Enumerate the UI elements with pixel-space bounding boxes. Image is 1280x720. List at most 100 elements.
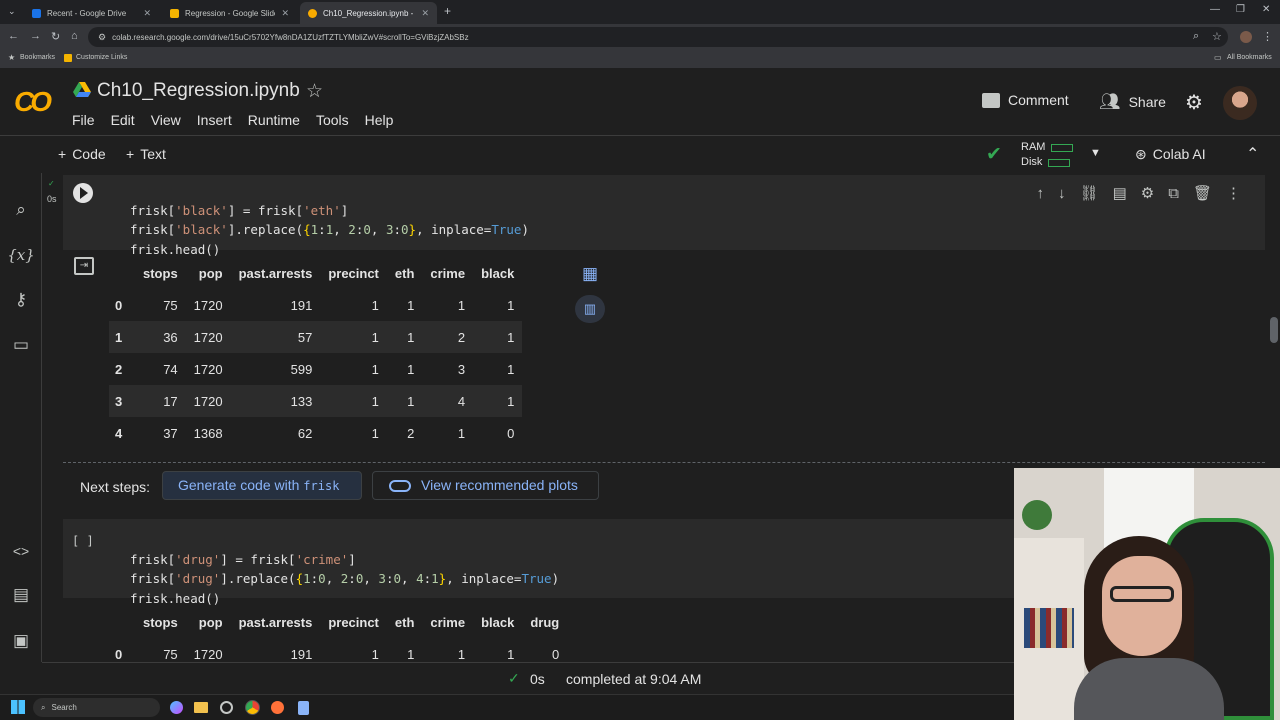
forward-icon[interactable]: → xyxy=(30,30,41,42)
menu-tools[interactable]: Tools xyxy=(316,112,355,128)
bookmarks-link[interactable]: Bookmarks xyxy=(20,54,55,61)
home-icon[interactable]: ⌂ xyxy=(71,30,78,42)
app-icon[interactable] xyxy=(220,701,233,714)
new-tab-icon[interactable]: + xyxy=(444,4,451,18)
tab-colab[interactable]: Ch10_Regression.ipynb - Colab ✕ xyxy=(300,2,437,24)
colab-logo[interactable]: CO xyxy=(14,86,52,118)
zoom-icon[interactable]: ⌕ xyxy=(1193,30,1199,43)
view-plots-label: View recommended plots xyxy=(421,477,578,493)
plus-icon: + xyxy=(126,146,135,162)
tab-title: Ch10_Regression.ipynb - Colab xyxy=(323,8,415,18)
generate-code-button[interactable]: Generate code with frisk xyxy=(162,471,362,500)
table-cell: 1 xyxy=(407,646,415,662)
avatar[interactable] xyxy=(1223,86,1257,120)
settings-icon[interactable]: ⚙ xyxy=(1141,184,1154,202)
bookmark-star-icon[interactable]: ☆ xyxy=(1212,30,1222,43)
comment-icon xyxy=(982,92,1000,108)
close-window-icon[interactable]: ✕ xyxy=(1262,4,1270,15)
row-index: 2 xyxy=(115,361,123,377)
search-icon[interactable]: ⌕ xyxy=(10,199,32,221)
site-info-icon[interactable]: ⚙ xyxy=(98,32,106,43)
taskbar-search-box[interactable]: ⌕ Search xyxy=(33,698,160,717)
status-message[interactable]: completed at 9:04 AM xyxy=(566,671,701,687)
chrome-icon[interactable] xyxy=(245,700,260,715)
menu-file[interactable]: File xyxy=(72,112,101,128)
back-icon[interactable]: ← xyxy=(8,30,19,42)
add-text-cell-button[interactable]: + Text xyxy=(126,146,166,162)
files-folder-icon[interactable]: ▭ xyxy=(10,334,32,356)
menu-insert[interactable]: Insert xyxy=(197,112,238,128)
settings-gear-icon[interactable]: ⚙ xyxy=(1185,90,1203,115)
tab-google-drive[interactable]: Recent - Google Drive ✕ xyxy=(24,2,159,24)
table-cell: 36 xyxy=(135,321,186,353)
view-recommended-plots-button[interactable]: View recommended plots xyxy=(372,471,599,500)
reload-icon[interactable]: ↻ xyxy=(51,30,60,43)
file-explorer-icon[interactable] xyxy=(194,702,208,713)
menu-view[interactable]: View xyxy=(151,112,187,128)
status-time: 0s xyxy=(530,671,545,687)
close-icon[interactable]: ✕ xyxy=(281,8,289,19)
cell-divider xyxy=(63,462,1265,463)
tab-google-slides[interactable]: Regression - Google Slides ✕ xyxy=(162,2,297,24)
url-input[interactable]: ⚙ colab.research.google.com/drive/15uCr5… xyxy=(88,27,1228,47)
output-icon[interactable]: ⇥ xyxy=(74,257,94,275)
resources-indicator[interactable]: RAM Disk xyxy=(1021,140,1074,170)
close-icon[interactable]: ✕ xyxy=(421,8,429,19)
terminal-icon[interactable]: ▣ xyxy=(10,630,32,652)
variables-icon[interactable]: {x} xyxy=(7,244,35,266)
comment-button[interactable]: Comment xyxy=(982,92,1069,108)
tab-list-chevron-icon[interactable]: ⌄ xyxy=(8,6,16,17)
delete-icon[interactable]: 🗑︎ xyxy=(1193,184,1212,202)
code-line: frisk['drug'].replace({1:0, 2:0, 3:0, 4:… xyxy=(130,571,560,586)
share-button[interactable]: 👥︎ Share xyxy=(1099,92,1166,112)
link-icon[interactable]: ⛓ xyxy=(1080,184,1099,202)
table-cell: 1 xyxy=(457,425,466,441)
windows-start-icon[interactable] xyxy=(11,700,25,714)
dataframe-table: stops pop past.arrests precinct eth crim… xyxy=(109,257,523,449)
slides-icon xyxy=(170,8,179,18)
move-down-icon[interactable]: ↓ xyxy=(1058,185,1066,202)
code-cell[interactable]: frisk['black'] = frisk['eth'] frisk['blac… xyxy=(63,175,1265,257)
column-header: stops xyxy=(143,614,178,630)
profile-avatar-small[interactable] xyxy=(1240,31,1252,43)
calculator-icon[interactable] xyxy=(298,701,309,715)
play-icon xyxy=(80,187,88,199)
star-icon[interactable]: ☆ xyxy=(306,80,323,103)
run-cell-button[interactable] xyxy=(73,183,93,203)
maximize-icon[interactable]: ❐ xyxy=(1236,4,1245,15)
notebook-title[interactable]: Ch10_Regression.ipynb xyxy=(97,80,300,102)
comment-icon[interactable]: ▤ xyxy=(1113,184,1127,202)
firefox-icon[interactable] xyxy=(271,701,284,714)
scrollbar-thumb[interactable] xyxy=(1270,317,1278,343)
move-up-icon[interactable]: ↑ xyxy=(1037,185,1045,202)
suggest-charts-button[interactable]: ▥ xyxy=(575,295,605,323)
table-cell: 1 xyxy=(386,321,423,353)
runtime-dropdown-icon[interactable]: ▼ xyxy=(1090,147,1101,159)
execution-count[interactable]: [ ] xyxy=(72,534,94,548)
table-cell: 1 xyxy=(386,385,423,417)
secrets-key-icon[interactable]: ⚷ xyxy=(10,289,32,311)
table-cell: 1 xyxy=(507,361,515,377)
mirror-cell-icon[interactable]: ⧉ xyxy=(1168,185,1179,202)
menu-runtime[interactable]: Runtime xyxy=(248,112,306,128)
browser-menu-icon[interactable]: ⋮ xyxy=(1262,30,1273,43)
close-icon[interactable]: ✕ xyxy=(143,8,151,19)
menu-edit[interactable]: Edit xyxy=(111,112,141,128)
code-snippets-icon[interactable]: <> xyxy=(10,540,32,562)
convert-to-interactive-table-button[interactable]: ▦ xyxy=(575,261,605,287)
table-cell: 1720 xyxy=(193,646,223,662)
add-code-cell-button[interactable]: + Code xyxy=(58,146,106,162)
all-bookmarks-link[interactable]: All Bookmarks xyxy=(1227,54,1272,61)
colab-ai-icon: ⊛ xyxy=(1135,146,1147,162)
colab-ai-button[interactable]: ⊛ Colab AI xyxy=(1135,146,1206,163)
collapse-header-icon[interactable]: ⌃ xyxy=(1246,144,1259,164)
drive-icon[interactable] xyxy=(73,82,91,98)
customize-links[interactable]: Customize Links xyxy=(76,54,127,61)
table-cell: 2 xyxy=(407,425,415,441)
more-options-icon[interactable]: ⋮ xyxy=(1226,184,1241,202)
people-icon: 👥︎ xyxy=(1099,92,1121,111)
command-palette-icon[interactable]: ▤ xyxy=(10,584,32,606)
minimize-icon[interactable]: — xyxy=(1210,4,1220,15)
menu-help[interactable]: Help xyxy=(365,112,400,128)
copilot-icon[interactable] xyxy=(170,701,183,714)
